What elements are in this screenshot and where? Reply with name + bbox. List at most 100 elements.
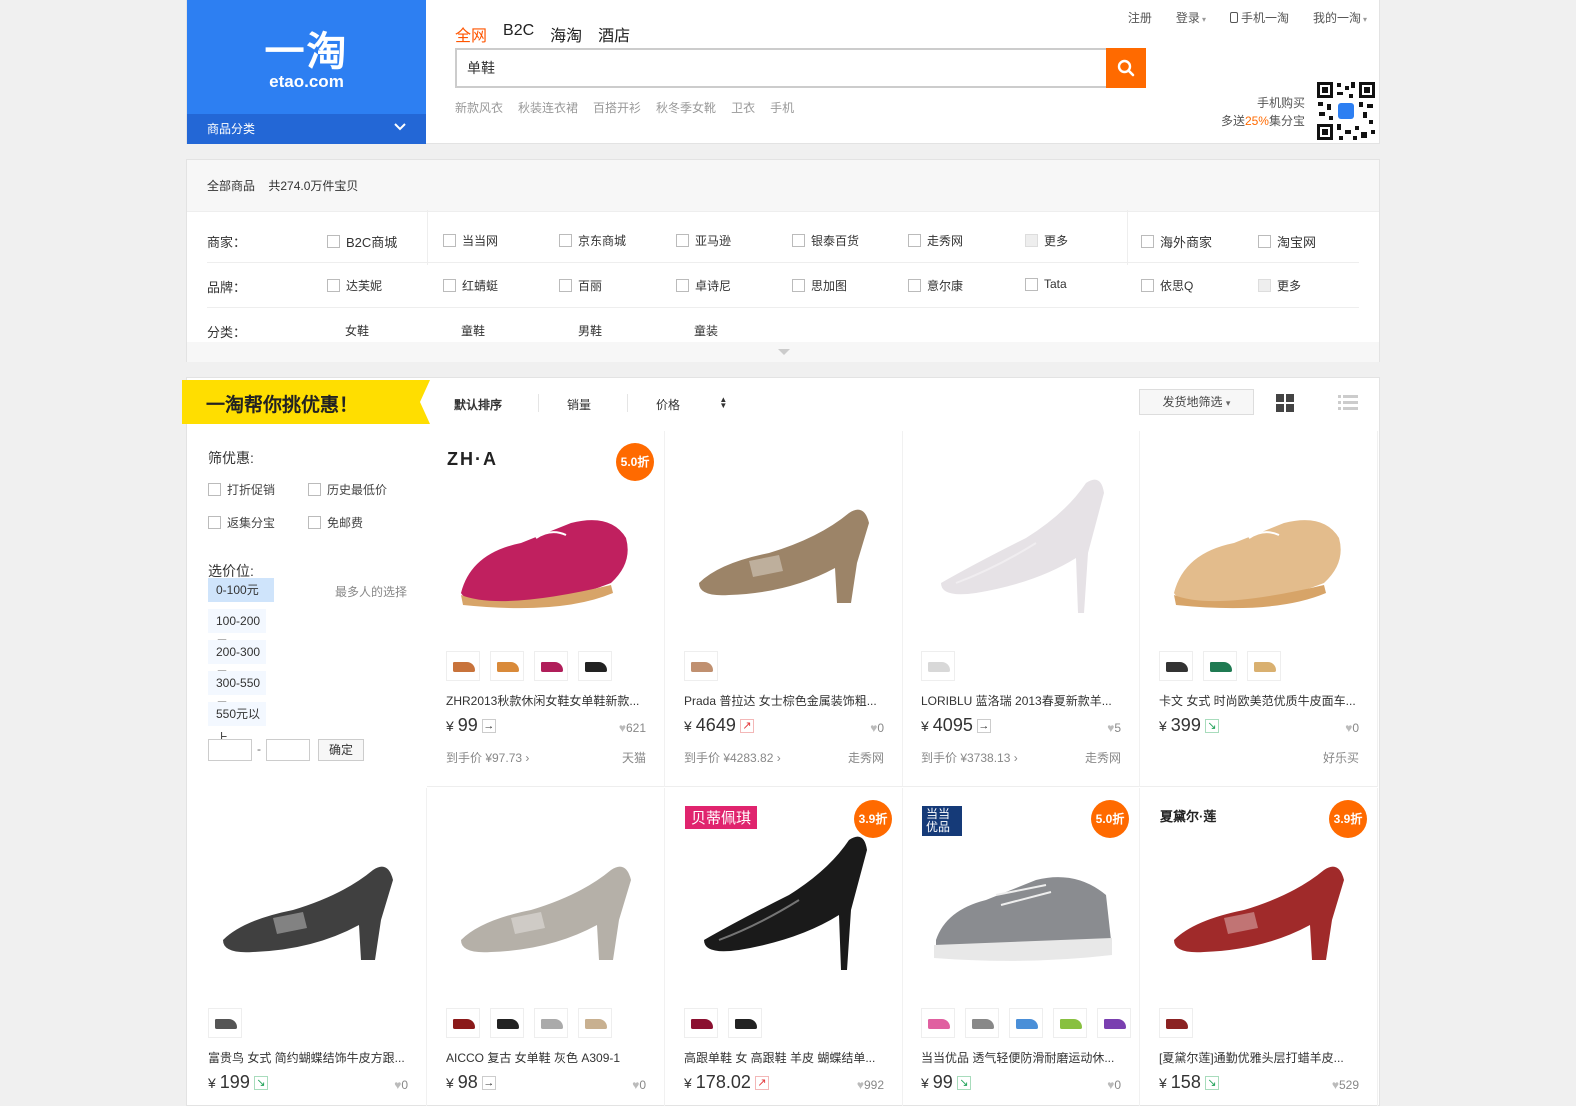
product-image[interactable] (441, 800, 651, 990)
price-range[interactable]: 550元以上 (208, 702, 266, 745)
sort-price[interactable]: 价格 ▲ ▼ (656, 396, 763, 413)
checkbox[interactable] (327, 279, 340, 292)
brand-more[interactable]: 更多 (1258, 277, 1301, 294)
checkbox[interactable] (208, 516, 221, 529)
price-trend-icon[interactable]: ↘ (1204, 718, 1219, 733)
search-input[interactable] (457, 50, 1107, 86)
category-link[interactable]: 童装 (694, 322, 718, 339)
hot-word[interactable]: 新款风衣 (455, 99, 503, 116)
color-thumb[interactable] (1247, 651, 1281, 681)
product-image[interactable] (203, 800, 413, 990)
search-tab-b2c[interactable]: B2C (503, 22, 534, 46)
discount-option[interactable]: 免邮费 (308, 514, 388, 531)
all-goods-crumb[interactable]: 全部商品 (207, 179, 255, 193)
color-thumb[interactable] (490, 1008, 524, 1038)
hot-word[interactable]: 秋装连衣裙 (518, 99, 578, 116)
price-trend-icon[interactable]: → (976, 718, 991, 733)
merchant-option[interactable]: 京东商城 (559, 232, 626, 249)
checkbox[interactable] (1025, 277, 1038, 291)
sort-default[interactable]: 默认排序 (454, 396, 502, 413)
color-thumb[interactable] (578, 1008, 612, 1038)
brand-option[interactable]: 百丽 (559, 277, 602, 294)
store-name[interactable]: 走秀网 (848, 749, 884, 766)
product-image[interactable] (1154, 443, 1364, 633)
filter-expand-toggle[interactable] (187, 342, 1379, 362)
mobile-link[interactable]: 手机一淘 (1229, 9, 1289, 26)
product-title[interactable]: Prada 普拉达 女士棕色金属装饰粗... (684, 692, 886, 709)
checkbox[interactable] (308, 516, 321, 529)
color-thumb[interactable] (728, 1008, 762, 1038)
price-max-input[interactable] (266, 739, 310, 761)
discount-option[interactable]: 历史最低价 (308, 481, 388, 498)
checkbox[interactable] (559, 234, 572, 247)
hot-word[interactable]: 卫衣 (731, 99, 755, 116)
color-thumb[interactable] (1009, 1008, 1043, 1038)
product-title[interactable]: 高跟单鞋 女 高跟鞋 羊皮 蝴蝶结单... (684, 1049, 886, 1066)
color-thumb[interactable] (446, 1008, 480, 1038)
checkbox[interactable] (908, 234, 921, 247)
store-name[interactable]: 好乐买 (1323, 749, 1359, 766)
product-image[interactable] (679, 443, 889, 633)
price-trend-icon[interactable]: ↗ (754, 1075, 769, 1090)
checkbox[interactable] (792, 234, 805, 247)
brand-option[interactable]: Tata (1025, 277, 1067, 291)
category-link[interactable]: 女鞋 (345, 322, 369, 339)
search-tab-hotel[interactable]: 酒店 (598, 22, 630, 46)
color-thumb[interactable] (1097, 1008, 1131, 1038)
search-tab-all[interactable]: 全网 (455, 22, 487, 46)
like-count[interactable]: ♥5 (1107, 721, 1121, 735)
checkbox[interactable] (1258, 279, 1271, 292)
confirm-button[interactable]: 确定 (318, 739, 364, 761)
category-menu-button[interactable]: 商品分类 (187, 114, 426, 144)
color-thumb[interactable] (684, 1008, 718, 1038)
checkbox[interactable] (308, 483, 321, 496)
category-link[interactable]: 男鞋 (578, 322, 602, 339)
store-name[interactable]: 天猫 (622, 749, 646, 766)
checkbox[interactable] (443, 234, 456, 247)
color-thumb[interactable] (578, 651, 612, 681)
checkbox[interactable] (327, 235, 340, 248)
color-thumb[interactable] (208, 1008, 242, 1038)
discount-option[interactable]: 打折促销 (208, 481, 288, 498)
merchant-option[interactable]: 银泰百货 (792, 232, 859, 249)
final-price-link[interactable]: 到手价 ¥97.73 › (446, 749, 529, 766)
checkbox[interactable] (792, 279, 805, 292)
product-image[interactable] (916, 443, 1126, 633)
price-range[interactable]: 300-550元 (208, 671, 266, 714)
price-range[interactable]: 100-200元 (208, 609, 266, 652)
product-title[interactable]: LORIBLU 蓝洛瑞 2013春夏新款羊... (921, 692, 1123, 709)
merchant-option[interactable]: 淘宝网 (1258, 232, 1316, 251)
brand-option[interactable]: 卓诗尼 (676, 277, 731, 294)
color-thumb[interactable] (684, 651, 718, 681)
price-range[interactable]: 0-100元 (208, 578, 274, 602)
qr-code-icon[interactable] (1315, 80, 1377, 142)
product-title[interactable]: 富贵鸟 女式 简约蝴蝶结饰牛皮方跟... (208, 1049, 410, 1066)
checkbox[interactable] (676, 234, 689, 247)
brand-option[interactable]: 红蜻蜓 (443, 277, 498, 294)
product-card[interactable]: 富贵鸟 女式 简约蝴蝶结饰牛皮方跟... ¥199 ↘ ♥0 (189, 788, 427, 1106)
product-title[interactable]: 卡文 女式 时尚欧美范优质牛皮面车... (1159, 692, 1361, 709)
price-trend-icon[interactable]: ↘ (956, 1075, 971, 1090)
search-button[interactable] (1106, 48, 1146, 88)
product-card[interactable]: LORIBLU 蓝洛瑞 2013春夏新款羊... ¥4095 → ♥5 到手价 ¥373… (902, 431, 1140, 787)
checkbox[interactable] (1141, 235, 1154, 248)
price-range[interactable]: 200-300元 (208, 640, 266, 683)
brand-option[interactable]: 意尔康 (908, 277, 963, 294)
merchant-option[interactable]: 亚马逊 (676, 232, 731, 249)
login-link[interactable]: 登录 ▾ (1176, 9, 1206, 26)
checkbox[interactable] (559, 279, 572, 292)
hot-word[interactable]: 手机 (770, 99, 794, 116)
product-card[interactable]: 5.0折 ZH·A ZHR2013秋款休闲女鞋女单鞋新款... ¥99 → ♥621 到手价… (427, 431, 665, 787)
checkbox[interactable] (1025, 234, 1038, 247)
product-card[interactable]: 3.9折 夏黛尔·莲 [夏黛尔莲]通勤优雅头层打蜡羊皮... ¥158 ↘ ♥529 (1140, 788, 1378, 1106)
checkbox[interactable] (676, 279, 689, 292)
color-thumb[interactable] (921, 1008, 955, 1038)
color-thumb[interactable] (1203, 651, 1237, 681)
color-thumb[interactable] (1159, 651, 1193, 681)
merchant-option[interactable]: 海外商家 (1141, 232, 1212, 251)
color-thumb[interactable] (921, 651, 955, 681)
like-count[interactable]: ♥0 (1345, 721, 1359, 735)
like-count[interactable]: ♥0 (632, 1078, 646, 1092)
price-trend-icon[interactable]: → (481, 718, 496, 733)
color-thumb[interactable] (1159, 1008, 1193, 1038)
